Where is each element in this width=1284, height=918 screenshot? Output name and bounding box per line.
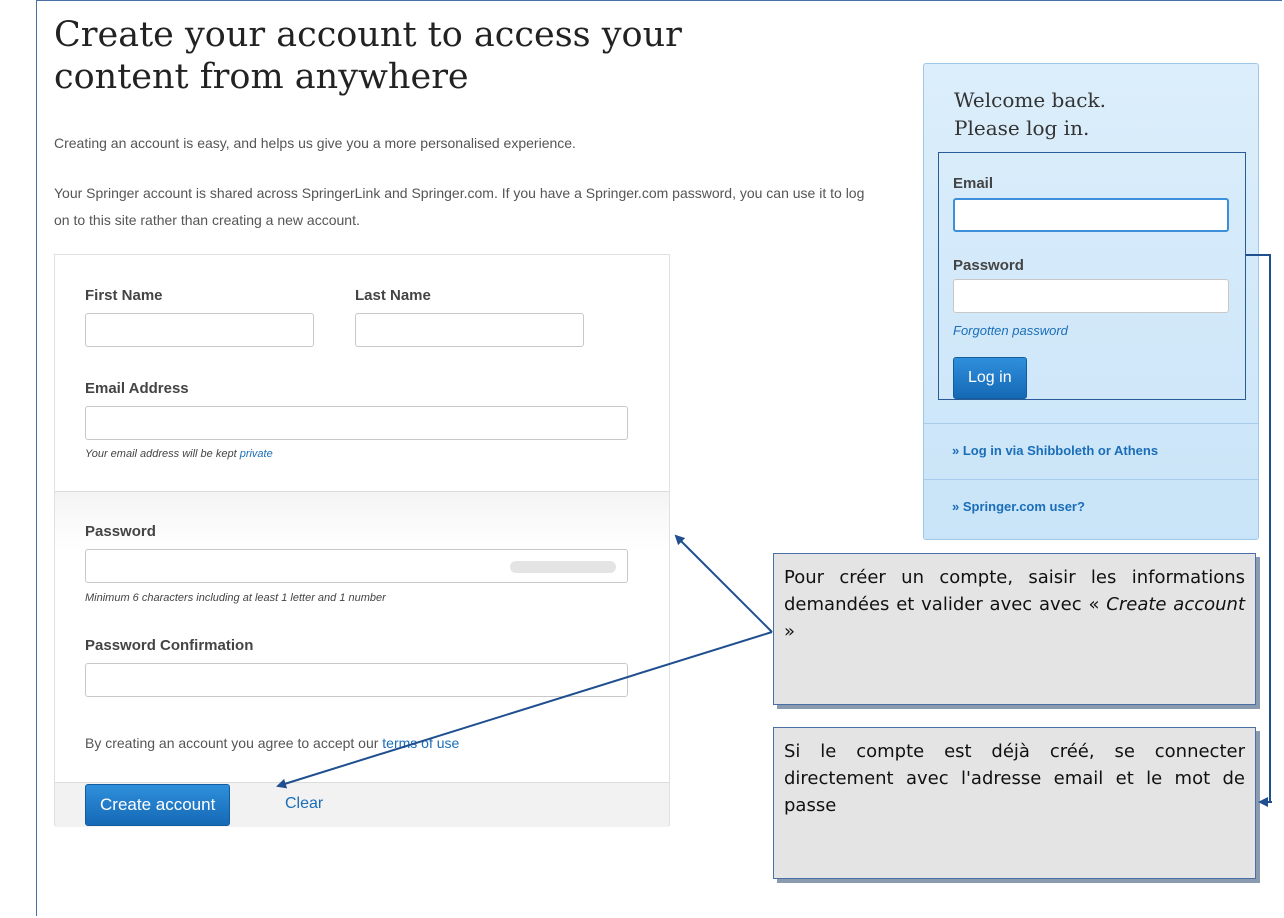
terms-statement: By creating an account you agree to acce…	[85, 735, 459, 751]
create-callout-end: »	[784, 621, 796, 642]
login-title-line1: Welcome back.	[954, 88, 1106, 112]
first-name-input[interactable]	[85, 313, 314, 347]
email-address-label: Email Address	[85, 380, 189, 397]
email-hint: Your email address will be kept private	[85, 448, 273, 460]
create-account-button[interactable]: Create account	[85, 784, 231, 826]
password-label: Password	[85, 523, 156, 540]
springer-com-user-link[interactable]: » Springer.com user?	[952, 499, 1085, 514]
email-address-input[interactable]	[85, 406, 628, 440]
login-title: Welcome back. Please log in.	[954, 86, 1106, 142]
login-password-input[interactable]	[953, 279, 1229, 313]
login-button[interactable]: Log in	[953, 357, 1027, 399]
terms-of-use-link[interactable]: terms of use	[382, 735, 459, 751]
shibboleth-row: » Log in via Shibboleth or Athens	[924, 423, 1258, 479]
email-hint-text: Your email address will be kept	[85, 448, 237, 460]
last-name-input[interactable]	[355, 313, 584, 347]
login-email-input[interactable]	[953, 198, 1229, 232]
terms-text: By creating an account you agree to acce…	[85, 735, 379, 751]
intro-text: Creating an account is easy, and helps u…	[54, 135, 576, 151]
create-callout-emphasis: Create account	[1106, 594, 1245, 615]
login-email-label: Email	[953, 175, 994, 192]
login-callout: Si le compte est déjà créé, se connecter…	[773, 727, 1256, 879]
create-account-callout: Pour créer un compte, saisir les informa…	[773, 553, 1256, 705]
password-hint: Minimum 6 characters including at least …	[85, 592, 386, 604]
password-strength-meter	[510, 561, 616, 573]
private-link[interactable]: private	[240, 448, 273, 460]
shibboleth-athens-link[interactable]: » Log in via Shibboleth or Athens	[952, 443, 1158, 458]
password-confirmation-input[interactable]	[85, 663, 628, 697]
login-panel: Welcome back. Please log in. Email Passw…	[923, 63, 1259, 540]
last-name-label: Last Name	[355, 287, 431, 304]
intro-shared-account-text: Your Springer account is shared across S…	[54, 185, 865, 228]
password-confirmation-label: Password Confirmation	[85, 637, 254, 654]
login-password-label: Password	[953, 257, 1024, 274]
login-title-line2: Please log in.	[954, 116, 1090, 140]
login-form: Email Password Forgotten password Log in	[938, 152, 1246, 400]
first-name-label: First Name	[85, 287, 163, 304]
forgotten-password-link[interactable]: Forgotten password	[953, 323, 1068, 338]
login-callout-text: Si le compte est déjà créé, se connecter…	[784, 741, 1245, 816]
clear-link[interactable]: Clear	[285, 789, 323, 819]
page-title: Create your account to access your conte…	[54, 15, 682, 97]
springer-user-row: » Springer.com user?	[924, 479, 1258, 535]
registration-form: First Name Last Name Email Address Your …	[54, 254, 670, 827]
